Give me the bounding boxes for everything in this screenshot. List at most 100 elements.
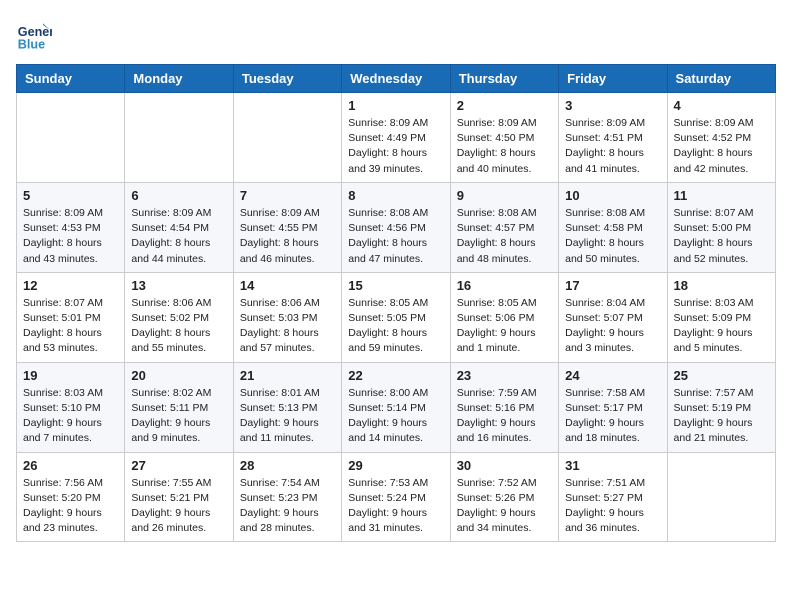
day-number: 19	[23, 368, 118, 383]
weekday-header-tuesday: Tuesday	[233, 65, 341, 93]
calendar-week-row: 5 Sunrise: 8:09 AM Sunset: 4:53 PM Daylig…	[17, 182, 776, 272]
day-info: Sunrise: 8:09 AM Sunset: 4:55 PM Dayligh…	[240, 206, 335, 267]
day-info: Sunrise: 8:03 AM Sunset: 5:09 PM Dayligh…	[674, 296, 769, 357]
day-number: 20	[131, 368, 226, 383]
calendar-cell: 6 Sunrise: 8:09 AM Sunset: 4:54 PM Daylig…	[125, 182, 233, 272]
day-number: 4	[674, 98, 769, 113]
calendar-cell: 11 Sunrise: 8:07 AM Sunset: 5:00 PM Dayli…	[667, 182, 775, 272]
day-number: 1	[348, 98, 443, 113]
day-number: 2	[457, 98, 552, 113]
day-number: 13	[131, 278, 226, 293]
calendar-cell	[667, 452, 775, 542]
day-number: 21	[240, 368, 335, 383]
day-number: 18	[674, 278, 769, 293]
day-number: 22	[348, 368, 443, 383]
calendar-cell: 2 Sunrise: 8:09 AM Sunset: 4:50 PM Daylig…	[450, 93, 558, 183]
weekday-header-friday: Friday	[559, 65, 667, 93]
day-info: Sunrise: 8:09 AM Sunset: 4:54 PM Dayligh…	[131, 206, 226, 267]
calendar-cell: 8 Sunrise: 8:08 AM Sunset: 4:56 PM Daylig…	[342, 182, 450, 272]
calendar-cell	[17, 93, 125, 183]
day-info: Sunrise: 7:52 AM Sunset: 5:26 PM Dayligh…	[457, 476, 552, 537]
day-number: 15	[348, 278, 443, 293]
day-info: Sunrise: 8:05 AM Sunset: 5:05 PM Dayligh…	[348, 296, 443, 357]
day-info: Sunrise: 8:09 AM Sunset: 4:53 PM Dayligh…	[23, 206, 118, 267]
calendar-cell	[125, 93, 233, 183]
day-info: Sunrise: 8:03 AM Sunset: 5:10 PM Dayligh…	[23, 386, 118, 447]
calendar-cell: 24 Sunrise: 7:58 AM Sunset: 5:17 PM Dayli…	[559, 362, 667, 452]
day-info: Sunrise: 8:04 AM Sunset: 5:07 PM Dayligh…	[565, 296, 660, 357]
day-number: 3	[565, 98, 660, 113]
calendar-cell: 25 Sunrise: 7:57 AM Sunset: 5:19 PM Dayli…	[667, 362, 775, 452]
calendar-cell: 28 Sunrise: 7:54 AM Sunset: 5:23 PM Dayli…	[233, 452, 341, 542]
day-number: 30	[457, 458, 552, 473]
weekday-header-saturday: Saturday	[667, 65, 775, 93]
calendar-cell: 16Sunrise: 8:05 AM Sunset: 5:06 PM Dayli…	[450, 272, 558, 362]
day-number: 23	[457, 368, 552, 383]
day-number: 24	[565, 368, 660, 383]
day-info: Sunrise: 7:58 AM Sunset: 5:17 PM Dayligh…	[565, 386, 660, 447]
day-info: Sunrise: 8:05 AM Sunset: 5:06 PM Dayligh…	[457, 296, 552, 357]
calendar-cell: 1 Sunrise: 8:09 AM Sunset: 4:49 PM Daylig…	[342, 93, 450, 183]
day-info: Sunrise: 7:57 AM Sunset: 5:19 PM Dayligh…	[674, 386, 769, 447]
calendar-cell: 12 Sunrise: 8:07 AM Sunset: 5:01 PM Dayli…	[17, 272, 125, 362]
calendar-cell: 9 Sunrise: 8:08 AM Sunset: 4:57 PM Daylig…	[450, 182, 558, 272]
calendar-cell: 14 Sunrise: 8:06 AM Sunset: 5:03 PM Dayli…	[233, 272, 341, 362]
calendar-cell: 13 Sunrise: 8:06 AM Sunset: 5:02 PM Dayli…	[125, 272, 233, 362]
calendar-cell: 23Sunrise: 7:59 AM Sunset: 5:16 PM Dayli…	[450, 362, 558, 452]
day-info: Sunrise: 8:09 AM Sunset: 4:49 PM Dayligh…	[348, 116, 443, 177]
day-info: Sunrise: 7:54 AM Sunset: 5:23 PM Dayligh…	[240, 476, 335, 537]
calendar-cell: 3 Sunrise: 8:09 AM Sunset: 4:51 PM Daylig…	[559, 93, 667, 183]
day-info: Sunrise: 8:06 AM Sunset: 5:03 PM Dayligh…	[240, 296, 335, 357]
calendar-cell: 18 Sunrise: 8:03 AM Sunset: 5:09 PM Dayli…	[667, 272, 775, 362]
day-number: 5	[23, 188, 118, 203]
calendar-cell: 26Sunrise: 7:56 AM Sunset: 5:20 PM Dayli…	[17, 452, 125, 542]
svg-text:Blue: Blue	[18, 37, 45, 51]
day-number: 14	[240, 278, 335, 293]
day-info: Sunrise: 8:09 AM Sunset: 4:51 PM Dayligh…	[565, 116, 660, 177]
calendar-cell: 29 Sunrise: 7:53 AM Sunset: 5:24 PM Dayli…	[342, 452, 450, 542]
day-number: 12	[23, 278, 118, 293]
day-number: 6	[131, 188, 226, 203]
calendar-week-row: 19 Sunrise: 8:03 AM Sunset: 5:10 PM Dayli…	[17, 362, 776, 452]
calendar-cell: 31Sunrise: 7:51 AM Sunset: 5:27 PM Dayli…	[559, 452, 667, 542]
logo: General Blue	[16, 16, 52, 52]
calendar-cell: 20Sunrise: 8:02 AM Sunset: 5:11 PM Dayli…	[125, 362, 233, 452]
calendar-cell: 10Sunrise: 8:08 AM Sunset: 4:58 PM Dayli…	[559, 182, 667, 272]
calendar-cell: 4Sunrise: 8:09 AM Sunset: 4:52 PM Daylig…	[667, 93, 775, 183]
calendar-cell: 7Sunrise: 8:09 AM Sunset: 4:55 PM Daylig…	[233, 182, 341, 272]
day-number: 28	[240, 458, 335, 473]
day-info: Sunrise: 7:53 AM Sunset: 5:24 PM Dayligh…	[348, 476, 443, 537]
day-number: 10	[565, 188, 660, 203]
day-info: Sunrise: 8:07 AM Sunset: 5:01 PM Dayligh…	[23, 296, 118, 357]
page-header: General Blue	[16, 16, 776, 52]
calendar-week-row: 26Sunrise: 7:56 AM Sunset: 5:20 PM Dayli…	[17, 452, 776, 542]
day-info: Sunrise: 8:08 AM Sunset: 4:56 PM Dayligh…	[348, 206, 443, 267]
weekday-header-sunday: Sunday	[17, 65, 125, 93]
day-info: Sunrise: 8:00 AM Sunset: 5:14 PM Dayligh…	[348, 386, 443, 447]
weekday-header-wednesday: Wednesday	[342, 65, 450, 93]
day-number: 11	[674, 188, 769, 203]
day-info: Sunrise: 7:55 AM Sunset: 5:21 PM Dayligh…	[131, 476, 226, 537]
day-number: 9	[457, 188, 552, 203]
day-number: 29	[348, 458, 443, 473]
logo-icon: General Blue	[16, 16, 52, 52]
day-info: Sunrise: 8:01 AM Sunset: 5:13 PM Dayligh…	[240, 386, 335, 447]
day-number: 8	[348, 188, 443, 203]
day-number: 25	[674, 368, 769, 383]
calendar-cell: 5 Sunrise: 8:09 AM Sunset: 4:53 PM Daylig…	[17, 182, 125, 272]
calendar-week-row: 12 Sunrise: 8:07 AM Sunset: 5:01 PM Dayli…	[17, 272, 776, 362]
day-info: Sunrise: 8:07 AM Sunset: 5:00 PM Dayligh…	[674, 206, 769, 267]
calendar-cell	[233, 93, 341, 183]
calendar-week-row: 1 Sunrise: 8:09 AM Sunset: 4:49 PM Daylig…	[17, 93, 776, 183]
calendar-cell: 19 Sunrise: 8:03 AM Sunset: 5:10 PM Dayli…	[17, 362, 125, 452]
day-number: 31	[565, 458, 660, 473]
calendar-cell: 30 Sunrise: 7:52 AM Sunset: 5:26 PM Dayli…	[450, 452, 558, 542]
day-info: Sunrise: 8:06 AM Sunset: 5:02 PM Dayligh…	[131, 296, 226, 357]
calendar-cell: 27Sunrise: 7:55 AM Sunset: 5:21 PM Dayli…	[125, 452, 233, 542]
calendar-cell: 21 Sunrise: 8:01 AM Sunset: 5:13 PM Dayli…	[233, 362, 341, 452]
weekday-header-thursday: Thursday	[450, 65, 558, 93]
calendar-cell: 17Sunrise: 8:04 AM Sunset: 5:07 PM Dayli…	[559, 272, 667, 362]
day-info: Sunrise: 8:08 AM Sunset: 4:57 PM Dayligh…	[457, 206, 552, 267]
day-info: Sunrise: 8:09 AM Sunset: 4:50 PM Dayligh…	[457, 116, 552, 177]
calendar-cell: 22 Sunrise: 8:00 AM Sunset: 5:14 PM Dayli…	[342, 362, 450, 452]
